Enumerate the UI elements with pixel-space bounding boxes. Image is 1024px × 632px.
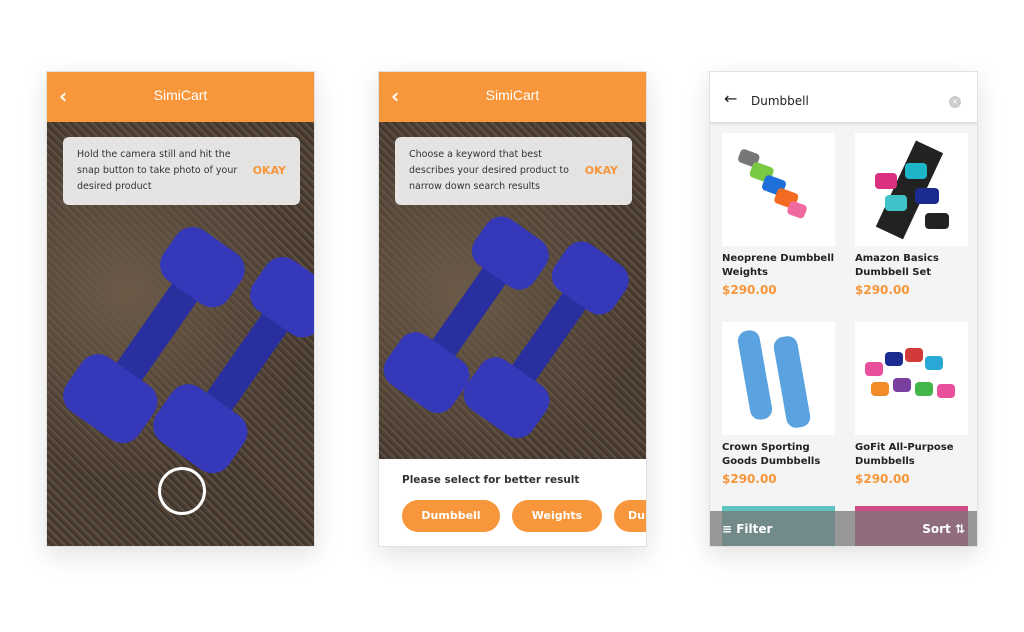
product-name: GoFit All-Purpose Dumbbells [855,442,954,467]
tip-text: Hold the camera still and hit the snap b… [77,149,238,192]
product-card[interactable]: Crown Sporting Goods Dumbbells $290.00 [722,322,835,486]
filter-button[interactable]: ≡ Filter [722,522,772,536]
header: ‹ SimiCart [47,72,314,122]
sort-button[interactable]: Sort ⇅ [922,522,965,536]
camera-preview: Hold the camera still and hit the snap b… [47,122,314,546]
product-card[interactable]: Neoprene Dumbbell Weights $290.00 [722,133,835,297]
sort-icon: ⇅ [950,522,965,536]
product-image [722,322,835,435]
clear-icon[interactable]: × [949,96,961,108]
keyword-chip[interactable]: Dumbbells [614,500,646,532]
product-price: $290.00 [855,283,910,297]
results-screen: ← Dumbbell × Neoprene Dumbbell Weights $… [709,71,978,547]
product-grid: Neoprene Dumbbell Weights $290.00 Amazon… [710,122,977,546]
back-arrow-icon[interactable]: ← [724,89,737,108]
product-image [855,322,968,435]
snap-button[interactable] [158,467,206,515]
product-image [722,133,835,246]
product-card[interactable]: GoFit All-Purpose Dumbbells $290.00 [855,322,968,486]
search-input[interactable]: Dumbbell [751,94,809,108]
okay-button[interactable]: OKAY [585,163,618,179]
okay-button[interactable]: OKAY [253,163,286,179]
camera-screen: Hold the camera still and hit the snap b… [46,71,315,547]
tip-card: Hold the camera still and hit the snap b… [63,137,300,205]
tip-card: Choose a keyword that best describes you… [395,137,632,205]
filter-label: Filter [736,522,773,536]
header: ‹ SimiCart [379,72,646,122]
keyword-panel: Please select for better result Dumbbell… [379,459,646,546]
sort-label: Sort [922,522,951,536]
keyword-chip[interactable]: Weights [512,500,602,532]
keyword-chip[interactable]: Dumbbell [402,500,500,532]
filter-icon: ≡ [722,522,737,536]
search-bar: ← Dumbbell × [710,72,977,122]
product-price: $290.00 [722,283,777,297]
tip-text: Choose a keyword that best describes you… [409,149,569,192]
logo: SimiCart [485,87,540,103]
product-card[interactable]: Amazon Basics Dumbbell Set $290.00 [855,133,968,297]
product-price: $290.00 [722,472,777,486]
panel-prompt: Please select for better result [402,474,580,486]
product-name: Amazon Basics Dumbbell Set [855,253,939,278]
logo: SimiCart [153,87,208,103]
keyword-screen: Choose a keyword that best describes you… [378,71,647,547]
product-image [855,133,968,246]
product-name: Neoprene Dumbbell Weights [722,253,835,278]
filter-sort-bar: ≡ Filter Sort ⇅ [710,511,977,546]
product-price: $290.00 [855,472,910,486]
product-name: Crown Sporting Goods Dumbbells [722,442,821,467]
